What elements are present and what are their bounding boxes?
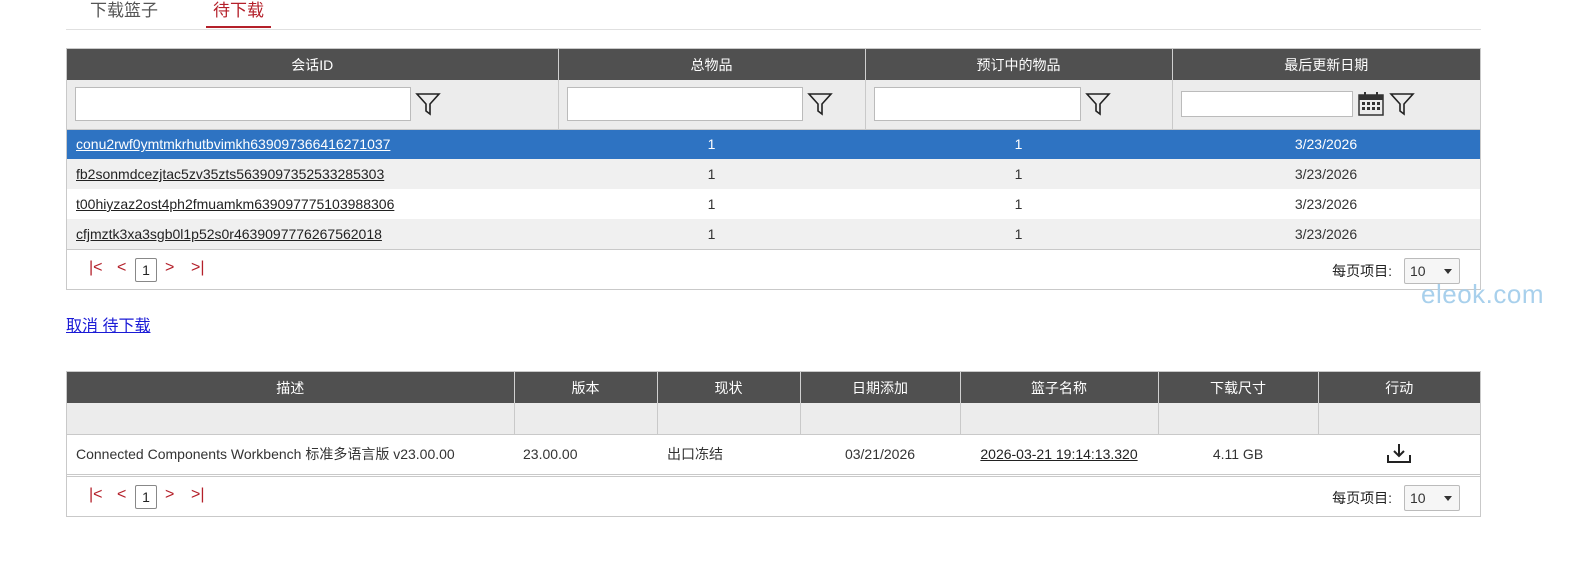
table-row: Connected Components Workbench 标准多语言版 v2… [67,434,1480,475]
total-items-cell: 1 [707,196,716,212]
column-header-basket-name[interactable]: 篮子名称 [960,372,1159,403]
filter-icon[interactable] [415,91,441,117]
column-header-status[interactable]: 现状 [657,372,801,403]
total-items-cell: 1 [558,159,865,189]
per-page-value: 10 [1410,490,1426,506]
cancel-pending-download-link[interactable]: 取消 待下载 [66,312,150,336]
page-number[interactable]: 1 [135,485,157,509]
filter-cell [558,80,866,130]
filter-cell [1158,403,1319,435]
prev-page-icon[interactable]: < [117,259,126,277]
table-row[interactable]: cfjmztk3xa3sgb0l1p52s0r46390977762675620… [67,219,1480,249]
download-size-cell: 4.11 GB [1158,434,1318,475]
column-header-download-size[interactable]: 下载尺寸 [1158,372,1319,403]
reserved-items-cell: 1 [1014,196,1023,212]
column-header-session-id[interactable]: 会话ID [67,49,559,80]
column-header-description[interactable]: 描述 [67,372,515,403]
calendar-icon[interactable] [1357,91,1385,117]
filter-icon[interactable] [1084,91,1111,117]
session-id-cell: conu2rwf0ymtmkrhutbvimkh6390973664162710… [67,129,558,159]
pager: |< < 1 > >| 每页项目: 10 [67,249,1480,289]
filter-cell [514,403,658,435]
last-updated-cell: 3/23/2026 [1294,196,1358,212]
last-page-icon[interactable]: >| [191,486,205,504]
last-updated-cell: 3/23/2026 [1172,129,1480,159]
filter-cell [67,80,559,130]
per-page-select[interactable]: 10 [1404,485,1460,511]
basket-name-cell: 2026-03-21 19:14:13.320 [960,434,1158,475]
reserved-items-cell: 1 [865,219,1172,249]
tab-bar: 下载篮子 待下载 [66,0,1481,30]
tab-pending-download[interactable]: 待下载 [206,0,271,28]
column-header-date-added[interactable]: 日期添加 [800,372,961,403]
basket-name-link[interactable]: 2026-03-21 19:14:13.320 [980,446,1137,462]
filter-cell [657,403,801,435]
session-id-link[interactable]: fb2sonmdcezjtac5zv35zts56390973525332853… [76,166,384,182]
per-page-label: 每页项目: [1332,263,1392,279]
description-cell: Connected Components Workbench 标准多语言版 v2… [67,434,514,475]
status-cell: 出口冻结 [657,434,800,475]
next-page-icon[interactable]: > [165,259,174,277]
version-cell: 23.00.00 [514,434,657,475]
pager: |< < 1 > >| 每页项目: 10 [67,476,1480,516]
first-page-icon[interactable]: |< [89,259,103,277]
session-id-filter-input[interactable] [75,87,411,122]
download-icon[interactable] [1386,442,1412,464]
tab-download-basket[interactable]: 下载篮子 [90,0,158,28]
reserved-items-filter-input[interactable] [873,87,1081,122]
filter-cell [1172,80,1480,130]
prev-page-icon[interactable]: < [117,486,126,504]
last-page-icon[interactable]: >| [191,259,205,277]
session-id-link[interactable]: t00hiyzaz2ost4ph2fmuamkm6390977751039883… [76,196,394,212]
reserved-items-cell: 1 [865,159,1172,189]
filter-cell [960,403,1159,435]
items-grid: 描述 版本 现状 日期添加 篮子名称 下载尺寸 行动 Connected Com… [66,371,1481,517]
per-page-label: 每页项目: [1332,490,1392,506]
date-added-cell: 03/21/2026 [800,434,960,475]
total-items-cell: 1 [558,129,865,159]
chevron-down-icon [1444,269,1452,274]
column-header-reserved-items[interactable]: 预订中的物品 [865,49,1173,80]
session-id-cell: fb2sonmdcezjtac5zv35zts56390973525332853… [67,159,558,189]
page-number[interactable]: 1 [135,258,157,282]
filter-cell [865,80,1173,130]
last-updated-cell: 3/23/2026 [1172,159,1480,189]
watermark: eleok.com [1421,279,1544,309]
reserved-items-cell: 1 [865,129,1172,159]
filter-cell [800,403,961,435]
session-id-link[interactable]: cfjmztk3xa3sgb0l1p52s0r46390977762675620… [76,226,382,242]
filter-cell [1318,403,1480,435]
first-page-icon[interactable]: |< [89,486,103,504]
last-updated-filter-input[interactable] [1180,91,1353,118]
table-row[interactable]: t00hiyzaz2ost4ph2fmuamkm6390977751039883… [67,189,1480,219]
action-cell [1318,434,1480,475]
column-header-total-items[interactable]: 总物品 [558,49,866,80]
filter-icon[interactable] [1388,91,1415,117]
filter-icon[interactable] [806,91,833,117]
sessions-grid: 会话ID 总物品 预订中的物品 最后更新日期 conu2rwf0ymtmkrhu… [66,48,1481,290]
session-id-cell: cfjmztk3xa3sgb0l1p52s0r46390977762675620… [67,219,558,249]
chevron-down-icon [1444,496,1452,501]
total-items-cell: 1 [558,219,865,249]
column-header-version[interactable]: 版本 [514,372,658,403]
filter-cell [67,403,515,435]
last-updated-cell: 3/23/2026 [1172,219,1480,249]
table-row[interactable]: fb2sonmdcezjtac5zv35zts56390973525332853… [67,159,1480,189]
session-id-link[interactable]: conu2rwf0ymtmkrhutbvimkh6390973664162710… [76,136,390,152]
total-items-filter-input[interactable] [566,87,803,122]
column-header-last-updated[interactable]: 最后更新日期 [1172,49,1480,80]
column-header-action[interactable]: 行动 [1318,372,1480,403]
table-row[interactable]: conu2rwf0ymtmkrhutbvimkh6390973664162710… [67,129,1480,159]
next-page-icon[interactable]: > [165,486,174,504]
per-page-value: 10 [1410,263,1426,279]
session-id-cell: t00hiyzaz2ost4ph2fmuamkm6390977751039883… [67,189,558,219]
